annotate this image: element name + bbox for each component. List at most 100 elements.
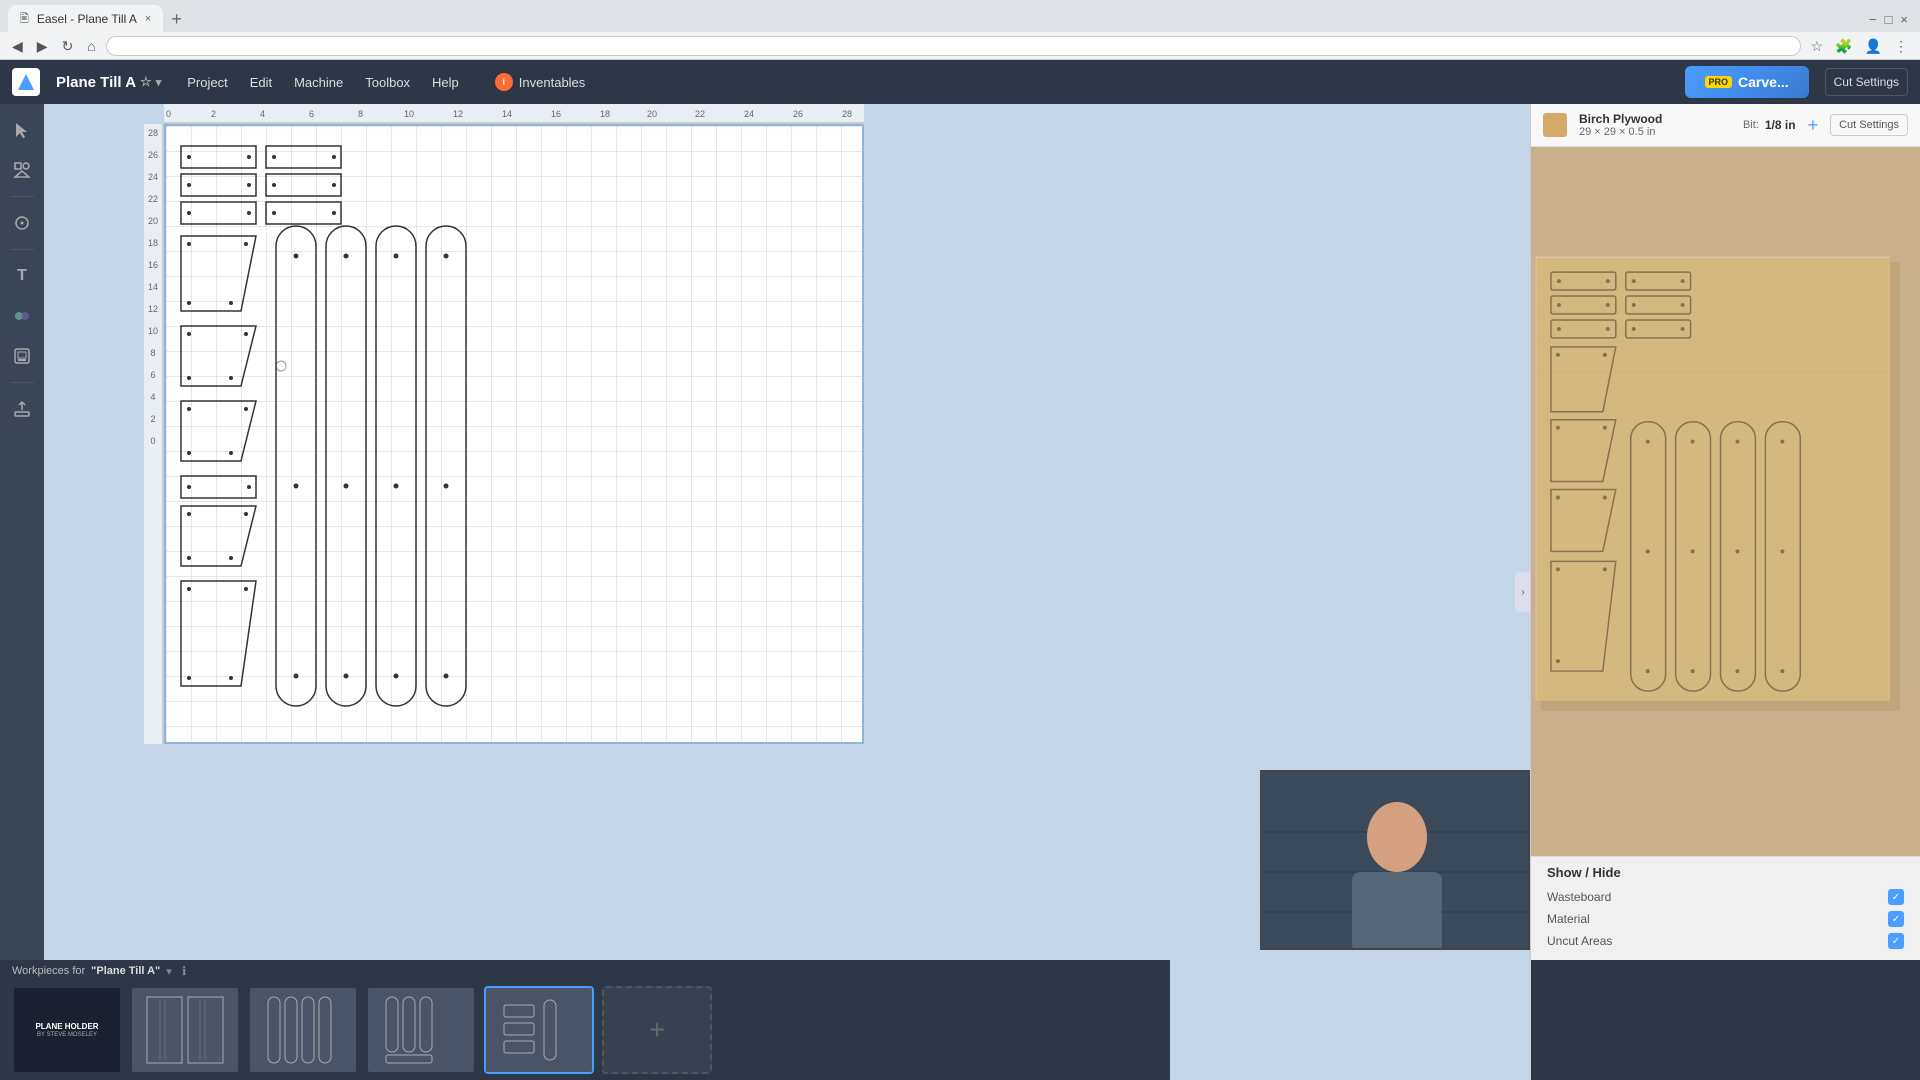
workpieces-for-label: Workpieces for (12, 965, 85, 977)
nav-help[interactable]: Help (422, 69, 469, 96)
material-name: Birch Plywood (1579, 112, 1731, 126)
ruler-left: 28 26 24 22 20 18 16 14 12 10 8 6 4 2 0 (144, 124, 164, 744)
wp2-bg (132, 988, 238, 1072)
ruler-top: 0 2 4 6 8 10 12 14 16 18 20 22 24 26 28 (164, 104, 864, 124)
toolbar-separator-3 (10, 382, 34, 383)
wp1-bg: PLANE HOLDER BY STEVE MOSELEY (14, 988, 120, 1072)
workpiece-thumb-3[interactable] (248, 986, 358, 1074)
show-hide-wasteboard: Wasteboard ✓ (1547, 886, 1904, 908)
main-layout: T (0, 104, 1920, 1080)
add-workpiece-btn[interactable]: + (602, 986, 712, 1074)
back-btn[interactable]: ◀ (8, 36, 27, 57)
svg-text:2: 2 (150, 414, 155, 424)
bit-label: Bit: (1743, 119, 1759, 131)
tool-text[interactable]: T (4, 258, 40, 294)
tool-apps[interactable] (4, 298, 40, 334)
svg-text:4: 4 (260, 109, 265, 119)
tool-select[interactable] (4, 112, 40, 148)
right-panel-bottom (1531, 960, 1920, 1080)
svg-text:24: 24 (148, 172, 158, 182)
svg-text:28: 28 (148, 128, 158, 138)
right-panel: Birch Plywood 29 × 29 × 0.5 in Bit: 1/8 … (1530, 104, 1920, 1080)
inventables-btn[interactable]: i Inventables (485, 67, 596, 97)
tab-close-btn[interactable]: × (145, 13, 151, 25)
cut-settings-btn[interactable]: Cut Settings (1825, 68, 1908, 96)
reload-btn[interactable]: ↻ (58, 36, 78, 57)
svg-text:28: 28 (842, 109, 852, 119)
nav-project[interactable]: Project (177, 69, 237, 96)
url-input[interactable] (106, 36, 1801, 56)
svg-text:0: 0 (166, 109, 171, 119)
workpieces-info-icon[interactable]: ℹ (182, 964, 187, 978)
add-workpiece-icon: + (649, 1014, 665, 1046)
material-checkbox[interactable]: ✓ (1888, 911, 1904, 927)
forward-btn[interactable]: ▶ (33, 36, 52, 57)
toolbar-separator-2 (10, 249, 34, 250)
tool-shapes[interactable] (4, 152, 40, 188)
nav-edit[interactable]: Edit (240, 69, 282, 96)
browser-actions: ☆ 🧩 👤 ⋮ (1807, 36, 1912, 57)
material-info: Birch Plywood 29 × 29 × 0.5 in (1579, 112, 1731, 138)
bit-value: 1/8 in (1765, 118, 1796, 132)
show-hide-material: Material ✓ (1547, 908, 1904, 930)
wasteboard-label: Wasteboard (1547, 890, 1611, 904)
project-name: Plane Till A (56, 74, 136, 91)
extension-icon[interactable]: 🧩 (1831, 36, 1856, 57)
add-material-btn[interactable]: + (1808, 115, 1819, 136)
svg-text:10: 10 (148, 326, 158, 336)
svg-text:8: 8 (150, 348, 155, 358)
menu-icon[interactable]: ⋮ (1890, 36, 1912, 57)
video-overlay (1260, 770, 1530, 950)
left-toolbar: T (0, 104, 44, 1080)
chevron-icon[interactable]: ▾ (156, 76, 162, 89)
nav-menu: Project Edit Machine Toolbox Help (177, 69, 469, 96)
workpieces-project-name: "Plane Till A" (91, 965, 160, 977)
workpiece-thumb-2[interactable] (130, 986, 240, 1074)
logo-triangle (18, 74, 34, 90)
video-person (1262, 772, 1528, 948)
design-svg[interactable] (166, 126, 862, 742)
shape-group-horizontal (181, 146, 341, 224)
wasteboard-checkbox[interactable]: ✓ (1888, 889, 1904, 905)
workpiece-thumb-1[interactable]: PLANE HOLDER BY STEVE MOSELEY (12, 986, 122, 1074)
tab-bar: 🖹 Easel - Plane Till A × + − □ × (0, 0, 1920, 32)
workpiece-thumb-5[interactable] (484, 986, 594, 1074)
shape-group-diagonal (181, 236, 256, 686)
svg-text:8: 8 (358, 109, 363, 119)
cut-settings-btn[interactable]: Cut Settings (1830, 114, 1908, 136)
material-swatch (1543, 113, 1567, 137)
bookmark-icon[interactable]: ☆ (1807, 36, 1828, 57)
star-icon[interactable]: ☆ (140, 74, 152, 90)
svg-text:6: 6 (309, 109, 314, 119)
svg-text:16: 16 (148, 260, 158, 270)
svg-text:4: 4 (150, 392, 155, 402)
svg-text:12: 12 (148, 304, 158, 314)
home-btn[interactable]: ⌂ (83, 36, 99, 56)
new-tab-btn[interactable]: + (163, 9, 190, 30)
show-hide-panel: Show / Hide Wasteboard ✓ Material ✓ Uncu… (1531, 856, 1920, 960)
svg-text:6: 6 (150, 370, 155, 380)
uncut-checkbox[interactable]: ✓ (1888, 933, 1904, 949)
inventables-label: Inventables (519, 75, 586, 90)
right-collapse-btn[interactable]: › (1515, 572, 1530, 612)
svg-text:22: 22 (695, 109, 705, 119)
app-logo (12, 68, 40, 96)
profile-icon[interactable]: 👤 (1861, 36, 1886, 57)
browser-tab[interactable]: 🖹 Easel - Plane Till A × (8, 5, 163, 33)
workpieces-header: Workpieces for "Plane Till A" ▾ ℹ (0, 960, 1170, 982)
tool-circle[interactable] (4, 205, 40, 241)
nav-toolbox[interactable]: Toolbox (355, 69, 420, 96)
browser-chrome: 🖹 Easel - Plane Till A × + − □ × ◀ ▶ ↻ ⌂… (0, 0, 1920, 60)
carve-button[interactable]: PRO Carve... (1685, 66, 1809, 98)
tab-title: Easel - Plane Till A (37, 12, 137, 26)
svg-text:12: 12 (453, 109, 463, 119)
wp3-bg (250, 988, 356, 1072)
tool-import[interactable] (4, 338, 40, 374)
workpiece-thumb-4[interactable] (366, 986, 476, 1074)
svg-text:18: 18 (148, 238, 158, 248)
wp5-bg (486, 988, 592, 1072)
workpieces-dropdown[interactable]: ▾ (166, 965, 172, 978)
nav-machine[interactable]: Machine (284, 69, 353, 96)
tool-upload[interactable] (4, 391, 40, 427)
material-size: 29 × 29 × 0.5 in (1579, 126, 1731, 138)
